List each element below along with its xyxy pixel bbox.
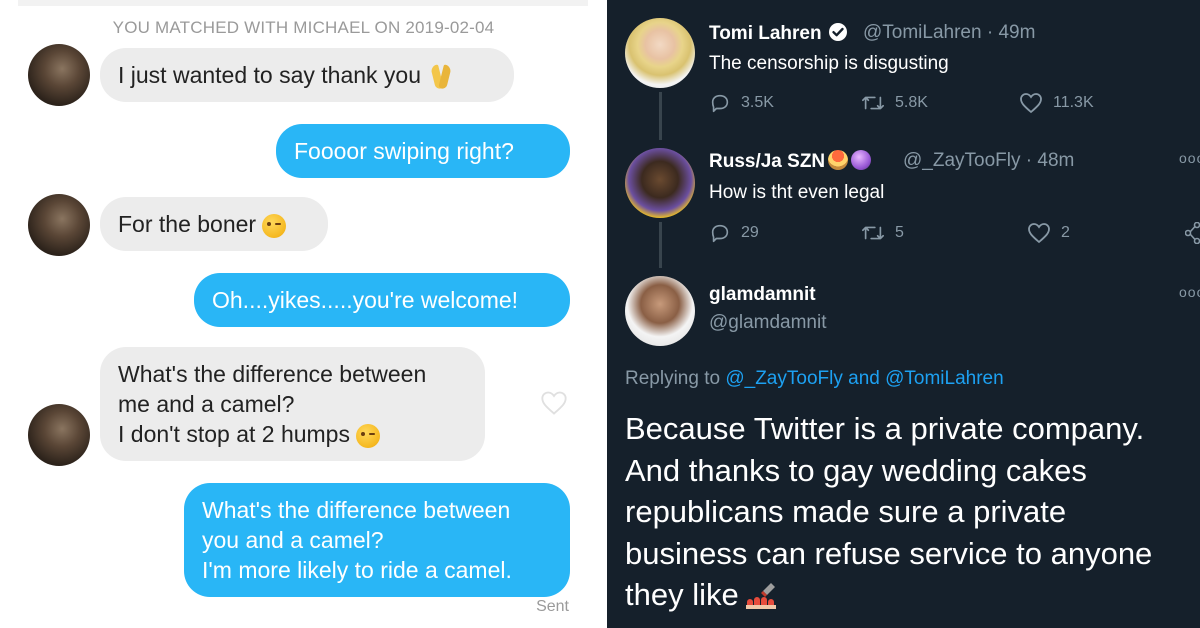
message-text: I don't stop at 2 humps	[118, 421, 350, 447]
sent-status: Sent	[536, 598, 569, 615]
tweet-author-name[interactable]: Tomi Lahren	[709, 22, 848, 45]
winking-face-icon	[355, 423, 380, 448]
tweet-author-handle[interactable]: @TomiLahren · 49m	[863, 22, 1035, 44]
retweet-button[interactable]: 5.8K	[861, 92, 928, 114]
thread-connector	[659, 92, 662, 140]
share-icon[interactable]	[1185, 222, 1200, 244]
tweet-text-line: And thanks to gay wedding cakes	[625, 452, 1087, 488]
message-text: What's the difference between	[202, 497, 511, 523]
avatar[interactable]	[625, 18, 695, 88]
thread-connector	[659, 222, 662, 268]
message-text: What's the difference between	[118, 361, 427, 387]
like-button[interactable]: 11.3K	[1019, 92, 1094, 114]
tweet-author-name[interactable]: glamdamnit	[709, 284, 816, 306]
message-text: you and a camel?	[202, 527, 384, 553]
message-text: me and a camel?	[118, 391, 295, 417]
retweet-button[interactable]: 5	[861, 222, 904, 244]
like-heart-icon[interactable]	[540, 390, 568, 416]
avatar[interactable]	[625, 148, 695, 218]
twitter-thread: Tomi Lahren @TomiLahren · 49m The censor…	[607, 0, 1200, 628]
like-heart-icon	[1028, 223, 1050, 244]
message-incoming[interactable]: I just wanted to say thank you	[100, 48, 514, 102]
message-text: For the boner	[118, 211, 257, 237]
retweet-icon	[862, 96, 884, 110]
retweet-count: 5.8K	[895, 94, 928, 111]
top-divider	[18, 0, 588, 6]
more-options-icon[interactable]: ooo	[1179, 150, 1200, 166]
like-count: 2	[1061, 224, 1070, 241]
avatar[interactable]	[28, 44, 90, 106]
message-incoming[interactable]: For the boner	[100, 197, 328, 251]
crystal-ball-icon	[851, 150, 872, 170]
mention-link[interactable]: @_ZayTooFly	[725, 368, 843, 389]
tweet-text-line: Because Twitter is a private company.	[625, 411, 1145, 446]
reply-icon	[711, 94, 729, 113]
message-incoming[interactable]: What's the difference between me and a c…	[100, 347, 485, 461]
verified-badge-icon	[828, 23, 847, 41]
tweet-author-handle[interactable]: @_ZayTooFly · 48m	[903, 150, 1074, 172]
reply-button[interactable]: 29	[709, 222, 759, 244]
reply-tweet-text: Because Twitter is a private company. An…	[625, 408, 1195, 616]
winking-face-icon	[262, 213, 287, 238]
chat-panel: YOU MATCHED WITH MICHAEL ON 2019-02-04 I…	[0, 0, 607, 628]
message-text: I just wanted to say thank you	[118, 62, 422, 88]
folded-hands-icon	[427, 63, 455, 91]
like-button[interactable]: 2	[1027, 222, 1070, 244]
retweet-icon	[862, 226, 884, 240]
message-outgoing[interactable]: Oh....yikes.....you're welcome!	[194, 273, 570, 327]
message-text: I'm more likely to ride a camel.	[202, 557, 512, 583]
beach-umbrella-icon	[828, 150, 849, 170]
tweet-author-name[interactable]: Russ/Ja SZN	[709, 150, 872, 173]
like-heart-icon	[1020, 93, 1042, 114]
reply-count: 29	[741, 224, 759, 241]
like-count: 11.3K	[1053, 94, 1094, 111]
message-text: Oh....yikes.....you're welcome!	[212, 287, 519, 313]
more-options-icon[interactable]: ooo	[1179, 284, 1200, 300]
message-outgoing[interactable]: Foooor swiping right?	[276, 124, 570, 178]
tweet-text: The censorship is disgusting	[709, 53, 949, 74]
tweet-text-line: republicans made sure a private	[625, 494, 1067, 529]
avatar[interactable]	[625, 276, 695, 346]
reply-icon	[711, 224, 729, 243]
reply-button[interactable]: 3.5K	[709, 92, 774, 114]
match-banner: YOU MATCHED WITH MICHAEL ON 2019-02-04	[112, 18, 495, 37]
tweet-time: 49m	[998, 22, 1036, 43]
avatar[interactable]	[28, 404, 90, 466]
retweet-count: 5	[895, 224, 904, 241]
tweet-text: How is tht even legal	[709, 182, 885, 203]
mention-link[interactable]: @TomiLahren	[885, 368, 1004, 389]
message-outgoing[interactable]: What's the difference between you and a …	[184, 483, 570, 597]
tweet-time: 48m	[1037, 150, 1075, 171]
tweet-text-line: business can refuse service to anyone	[625, 535, 1153, 571]
tweet-text-line: they like	[625, 577, 739, 612]
reply-count: 3.5K	[741, 94, 774, 111]
message-text: Foooor swiping right?	[294, 138, 514, 164]
replying-to-label: Replying to	[625, 368, 721, 389]
avatar[interactable]	[28, 194, 90, 256]
nail-polish-icon	[745, 583, 776, 609]
tweet-author-handle[interactable]: @glamdamnit	[709, 312, 827, 334]
replying-to-conjunction: and	[848, 368, 880, 389]
replying-to: Replying to @_ZayTooFly and @TomiLahren	[625, 368, 1004, 390]
